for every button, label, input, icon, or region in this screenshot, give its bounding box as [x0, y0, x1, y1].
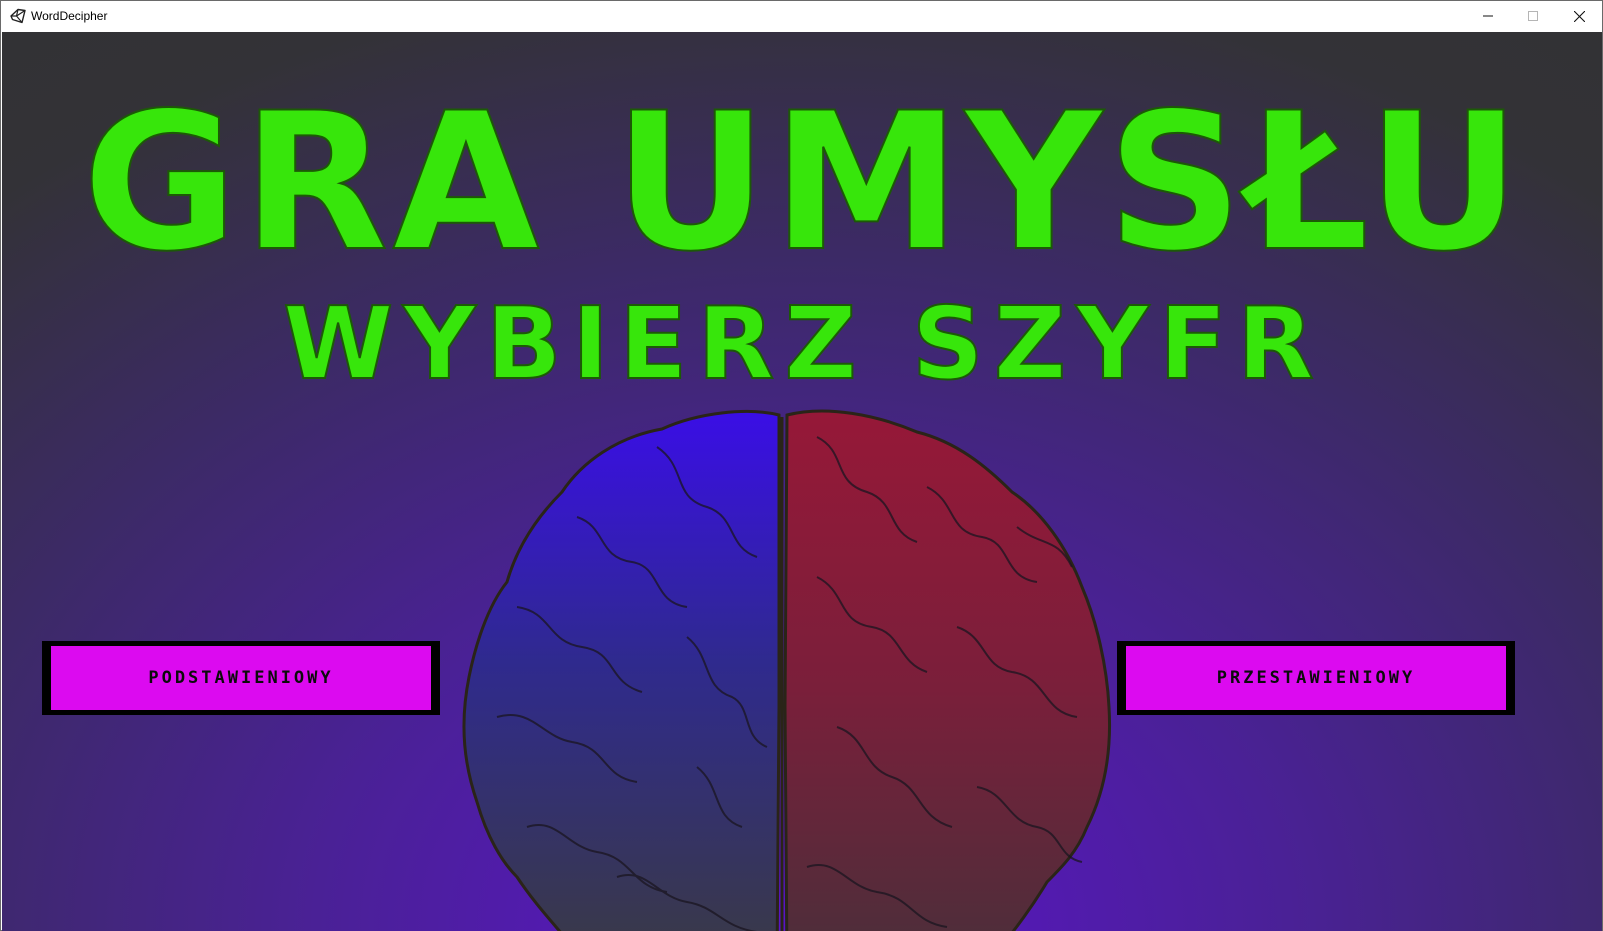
substitution-cipher-label: PODSTAWIENIOWY: [51, 646, 431, 710]
brain-left-hemisphere: [462, 410, 781, 931]
unity-icon: [10, 8, 26, 24]
substitution-cipher-button[interactable]: PODSTAWIENIOWY: [42, 641, 440, 715]
window-title: WordDecipher: [31, 9, 108, 23]
app-window: WordDecipher GRA UMYSŁU WYBIERZ SZYFR PO…: [0, 0, 1603, 931]
maximize-button[interactable]: [1510, 1, 1556, 31]
transposition-cipher-label: PRZESTAWIENIOWY: [1126, 646, 1506, 710]
brain-illustration: [462, 409, 1111, 931]
game-viewport: GRA UMYSŁU WYBIERZ SZYFR PODSTAWIENIOWY …: [2, 32, 1602, 931]
title-bar[interactable]: WordDecipher: [1, 1, 1602, 31]
brain-right-hemisphere: [783, 409, 1111, 931]
game-title: GRA UMYSŁU: [81, 72, 1525, 293]
minimize-icon: [1483, 15, 1493, 17]
minimize-button[interactable]: [1465, 1, 1511, 31]
maximize-icon: [1528, 11, 1538, 21]
transposition-cipher-button[interactable]: PRZESTAWIENIOWY: [1117, 641, 1515, 715]
close-button[interactable]: [1556, 1, 1602, 31]
close-icon: [1573, 10, 1585, 22]
game-subtitle: WYBIERZ SZYFR: [282, 285, 1325, 402]
